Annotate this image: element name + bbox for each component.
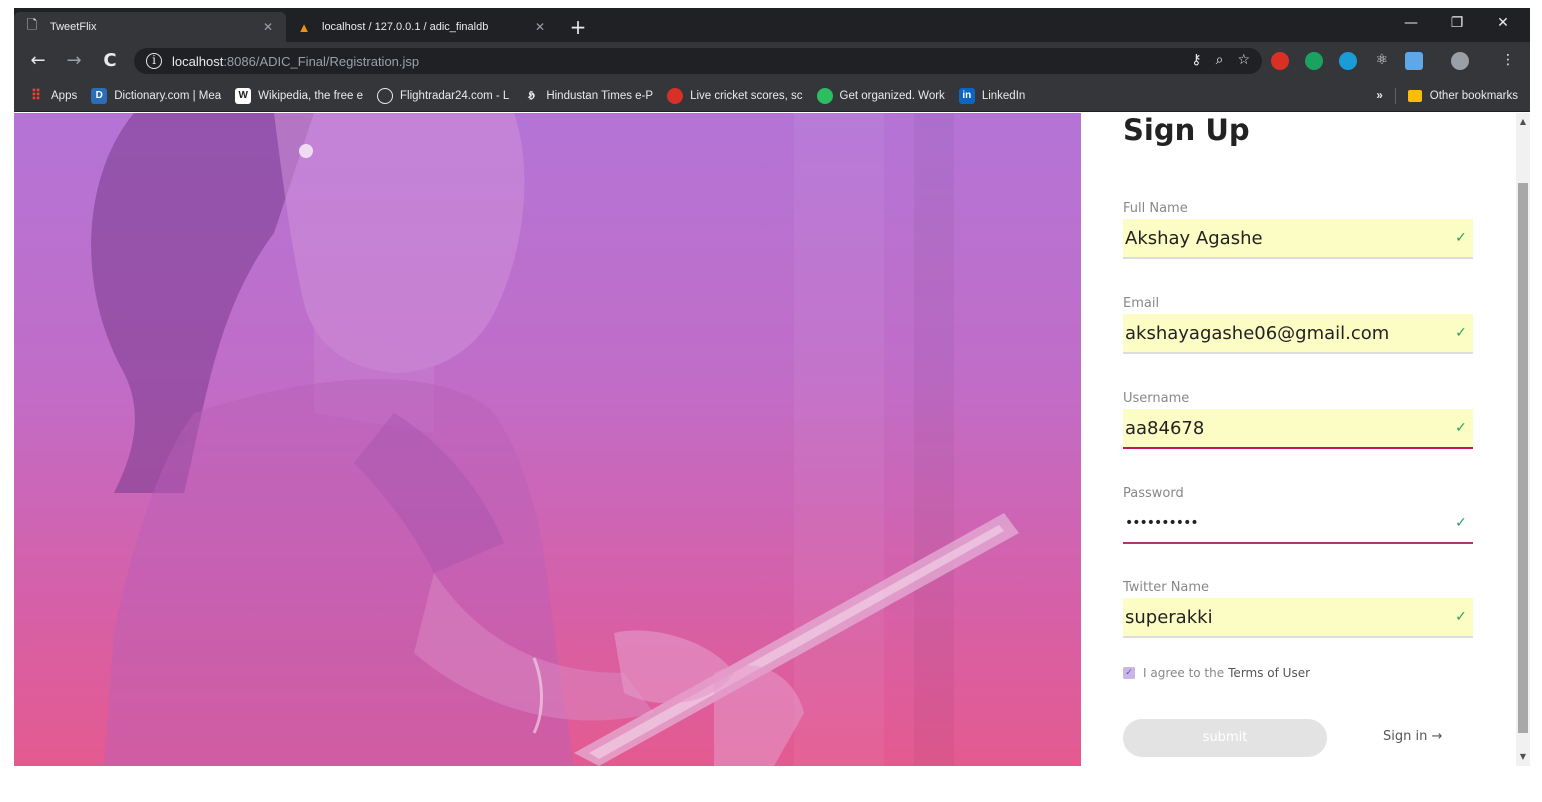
key-icon[interactable]: ⚷ [1191, 52, 1201, 68]
check-icon: ✓ [1455, 515, 1467, 531]
react-devtools-icon[interactable]: ⚛ [1373, 52, 1391, 70]
tab-title: localhost / 127.0.0.1 / adic_finaldb [322, 21, 489, 33]
close-icon[interactable]: ✕ [260, 20, 276, 34]
bookmark-label: Wikipedia, the free e [258, 89, 364, 102]
sign-in-link[interactable]: Sign in → [1383, 729, 1442, 744]
address-bar[interactable]: i localhost :8086/ADIC_Final/Registratio… [134, 48, 1262, 74]
tab-strip: 🗋 TweetFlix ✕ ▲ localhost / 127.0.0.1 / … [14, 8, 1530, 42]
full-name-field[interactable]: Akshay Agashe ✓ [1123, 219, 1473, 259]
browser-window: 🗋 TweetFlix ✕ ▲ localhost / 127.0.0.1 / … [14, 8, 1530, 766]
username-value: aa84678 [1125, 417, 1205, 439]
email-field[interactable]: akshayagashe06@gmail.com ✓ [1123, 314, 1473, 354]
restore-button[interactable]: ❐ [1434, 8, 1480, 38]
bookmark-flightradar[interactable]: Flightradar24.com - L [377, 87, 510, 104]
dictionary-icon: D [91, 87, 108, 104]
bookmark-label: Apps [51, 89, 78, 102]
bookmark-wikipedia[interactable]: W Wikipedia, the free e [235, 87, 364, 104]
hero-image [14, 113, 1081, 766]
email-value: akshayagashe06@gmail.com [1125, 322, 1390, 344]
bookmark-dictionary[interactable]: D Dictionary.com | Mea [91, 87, 222, 104]
cricket-icon [667, 87, 684, 104]
terms-agreement: ✓ I agree to the Terms of User [1123, 666, 1310, 680]
tab-tweetflix[interactable]: 🗋 TweetFlix ✕ [14, 12, 286, 42]
agree-checkbox[interactable]: ✓ [1123, 667, 1135, 679]
menu-icon[interactable]: ⋮ [1499, 52, 1517, 70]
woman-with-tablet-illustration [91, 113, 1019, 766]
full-name-label: Full Name [1123, 201, 1188, 216]
check-icon: ✓ [1455, 609, 1467, 625]
forward-button[interactable]: → [62, 49, 86, 73]
wikipedia-icon: W [235, 87, 252, 104]
bookmark-evernote[interactable]: Get organized. Work [816, 87, 945, 104]
flightradar-icon [377, 87, 394, 104]
url-host: localhost [172, 53, 224, 69]
bookmark-linkedin[interactable]: in LinkedIn [958, 87, 1026, 104]
grammarly-icon[interactable] [1305, 52, 1323, 70]
full-name-value: Akshay Agashe [1125, 227, 1263, 249]
apps-grid-icon: ⠿ [30, 87, 42, 103]
scroll-down-icon[interactable]: ▼ [1516, 750, 1530, 764]
more-bookmarks-button[interactable]: » [1376, 90, 1382, 102]
close-window-button[interactable]: ✕ [1480, 8, 1526, 38]
back-button[interactable]: ← [26, 49, 50, 73]
twitter-name-value: superakki [1125, 606, 1213, 628]
other-bookmarks[interactable]: Other bookmarks [1430, 90, 1518, 102]
username-label: Username [1123, 391, 1190, 406]
tab-phpmyadmin[interactable]: ▲ localhost / 127.0.0.1 / adic_finaldb ✕ [286, 12, 558, 42]
page-viewport: Sign Up Full Name Akshay Agashe ✓ Email … [14, 113, 1530, 766]
browser-toolbar: ← → C i localhost :8086/ADIC_Final/Regis… [14, 42, 1530, 80]
phpmyadmin-icon: ▲ [297, 19, 311, 35]
scroll-up-icon[interactable]: ▲ [1516, 115, 1530, 129]
page-title: Sign Up [1123, 113, 1250, 147]
extension-3-icon[interactable] [1339, 52, 1357, 70]
divider [1394, 88, 1396, 104]
url-path: :8086/ADIC_Final/Registration.jsp [223, 53, 420, 69]
twitter-name-field[interactable]: superakki ✓ [1123, 598, 1473, 638]
check-icon: ✓ [1455, 230, 1467, 246]
bookmark-label: Get organized. Work [839, 89, 945, 102]
star-icon[interactable]: ☆ [1237, 52, 1250, 68]
password-field[interactable]: •••••••••• ✓ [1123, 504, 1473, 544]
scroll-thumb[interactable] [1518, 183, 1528, 733]
extension-5-icon[interactable] [1405, 52, 1423, 70]
zoom-icon[interactable]: ⌕ [1216, 52, 1224, 68]
agree-text: I agree to the [1143, 666, 1225, 680]
evernote-icon [816, 87, 833, 104]
reload-button[interactable]: C [98, 49, 122, 73]
info-icon[interactable]: i [146, 53, 162, 69]
check-icon: ✓ [1455, 325, 1467, 341]
bookmark-label: Dictionary.com | Mea [114, 89, 222, 102]
bookmark-label: Flightradar24.com - L [400, 89, 510, 102]
terms-link[interactable]: Terms of User [1228, 666, 1310, 680]
profile-icon[interactable] [1451, 52, 1469, 70]
bookmark-label: Hindustan Times e-P [546, 89, 654, 102]
new-tab-button[interactable]: + [566, 16, 590, 40]
page-icon: 🗋 [26, 17, 38, 32]
username-field[interactable]: aa84678 ✓ [1123, 409, 1473, 449]
bookmarks-bar: ⠿ Apps D Dictionary.com | Mea W Wikipedi… [14, 80, 1530, 112]
submit-button[interactable]: submit [1123, 719, 1327, 757]
tab-title: TweetFlix [50, 21, 97, 33]
password-label: Password [1123, 486, 1184, 501]
signup-form: Sign Up Full Name Akshay Agashe ✓ Email … [1081, 113, 1516, 766]
password-value: •••••••••• [1125, 515, 1199, 531]
bookmark-label: Live cricket scores, sc [690, 89, 803, 102]
bookmark-cricket[interactable]: Live cricket scores, sc [667, 87, 803, 104]
check-icon: ✓ [1455, 420, 1467, 436]
extension-1-icon[interactable] [1271, 52, 1289, 70]
bookmark-hindustan-times[interactable]: 𝕳 Hindustan Times e-P [523, 88, 653, 104]
email-label: Email [1123, 296, 1160, 311]
minimize-button[interactable]: — [1388, 8, 1434, 38]
hindustan-times-icon: 𝕳 [527, 90, 535, 101]
bookmark-label: LinkedIn [981, 89, 1026, 102]
linkedin-icon: in [958, 87, 975, 104]
folder-icon [1407, 90, 1422, 102]
twitter-name-label: Twitter Name [1123, 580, 1210, 595]
close-icon[interactable]: ✕ [532, 20, 548, 34]
page-scrollbar[interactable]: ▲ ▼ [1516, 113, 1530, 766]
bookmark-apps[interactable]: ⠿ Apps [28, 87, 78, 104]
